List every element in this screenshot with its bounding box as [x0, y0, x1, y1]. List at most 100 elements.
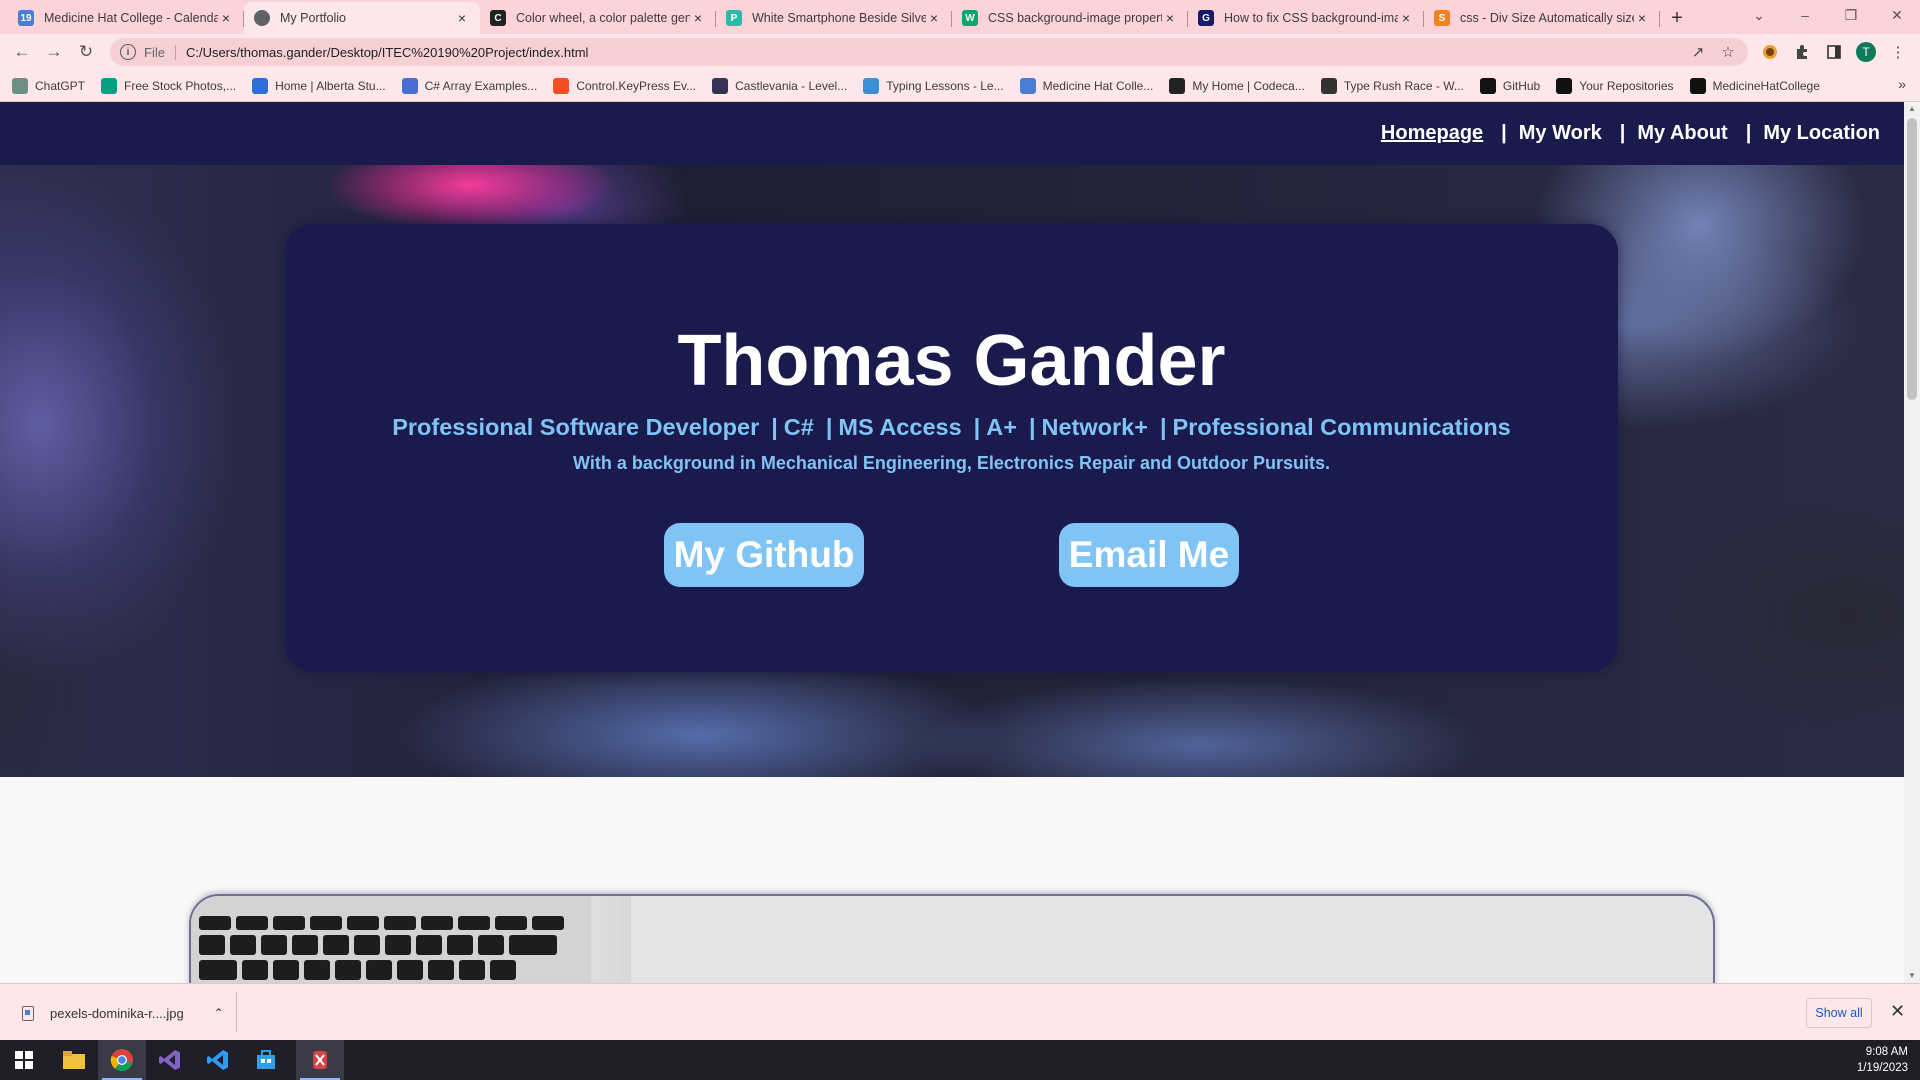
- scroll-thumb[interactable]: [1907, 118, 1917, 400]
- browser-tab[interactable]: W CSS background-image property ×: [952, 2, 1188, 34]
- bookmark-item[interactable]: Free Stock Photos,...: [101, 77, 236, 94]
- snipping-tool-icon[interactable]: [296, 1040, 344, 1080]
- bookmark-item[interactable]: ChatGPT: [12, 77, 86, 94]
- nav-separator: |: [1619, 122, 1626, 144]
- browser-tab[interactable]: My Portfolio ×: [244, 2, 480, 34]
- bookmark-label: GitHub: [1502, 78, 1541, 93]
- bookmark-list: ChatGPT Free Stock Photos,... Home | Alber…: [12, 77, 1836, 94]
- bookmark-item[interactable]: My Home | Codeca...: [1169, 77, 1305, 94]
- address-scheme-label: File: [144, 44, 176, 60]
- bookmark-item[interactable]: Castlevania - Level...: [712, 77, 847, 94]
- downloads-bar: pexels-dominika-r....jpg ⌃ Show all ✕: [0, 983, 1920, 1040]
- profile-initial: T: [1856, 42, 1876, 62]
- nav-link[interactable]: My Location: [1763, 122, 1880, 145]
- tab-close-icon[interactable]: ×: [926, 10, 942, 26]
- browser-tab[interactable]: 19 Medicine Hat College - Calendar ×: [8, 2, 244, 34]
- tab-close-icon[interactable]: ×: [1634, 10, 1650, 26]
- store-icon[interactable]: [242, 1040, 290, 1080]
- tab-search-icon[interactable]: ⌄: [1736, 0, 1782, 30]
- side-panel-icon[interactable]: [1824, 42, 1844, 62]
- bookmark-favicon-icon: [863, 77, 880, 94]
- tab-list: 19 Medicine Hat College - Calendar × My Por…: [0, 0, 1660, 34]
- bookmark-label: Your Repositories: [1579, 78, 1674, 93]
- site-info-icon[interactable]: i: [120, 44, 136, 60]
- tab-close-icon[interactable]: ×: [454, 10, 470, 26]
- tab-favicon-icon: G: [1198, 10, 1214, 26]
- bookmark-favicon-icon: [1689, 77, 1706, 94]
- downloads-close-icon[interactable]: ✕: [1890, 1001, 1905, 1022]
- skills-separator: |: [1159, 414, 1167, 440]
- bookmark-label: Control.KeyPress Ev...: [576, 78, 697, 93]
- window-close-icon[interactable]: ✕: [1874, 0, 1920, 30]
- bookmark-label: My Home | Codeca...: [1192, 78, 1305, 93]
- bookmark-favicon-icon: [1556, 77, 1573, 94]
- forward-icon[interactable]: →: [42, 40, 66, 64]
- bookmark-favicon-icon: [12, 77, 28, 94]
- download-item[interactable]: pexels-dominika-r....jpg ⌃: [14, 994, 234, 1032]
- browser-tab[interactable]: P White Smartphone Beside Silver ×: [716, 2, 952, 34]
- chevron-up-icon[interactable]: ⌃: [214, 1006, 224, 1020]
- nav-link[interactable]: My Work: [1519, 122, 1602, 145]
- file-explorer-icon[interactable]: [50, 1040, 98, 1080]
- nav-link[interactable]: Homepage: [1381, 122, 1483, 145]
- reload-icon[interactable]: ↻: [74, 40, 98, 64]
- extension-icon[interactable]: [1760, 42, 1780, 62]
- taskbar-clock[interactable]: 9:08 AM 1/19/2023: [1857, 1044, 1908, 1076]
- browser-tab[interactable]: Scss - Div Size Automatically size ×: [1424, 2, 1660, 34]
- windows-start-icon[interactable]: [0, 1040, 48, 1080]
- show-all-button[interactable]: Show all: [1806, 998, 1872, 1028]
- extensions-puzzle-icon[interactable]: [1792, 42, 1812, 62]
- page-scrollbar[interactable]: ▲ ▼: [1904, 102, 1920, 983]
- browser-menu-icon[interactable]: ⋮: [1888, 42, 1908, 62]
- email-button[interactable]: Email Me: [1059, 523, 1239, 587]
- bookmark-label: ChatGPT: [35, 78, 86, 93]
- tab-favicon-icon: [254, 10, 270, 26]
- nav-separator: |: [1745, 122, 1752, 144]
- minimize-icon[interactable]: –: [1782, 0, 1828, 30]
- bookmark-item[interactable]: Medicine Hat Colle...: [1019, 77, 1153, 94]
- tab-close-icon[interactable]: ×: [218, 10, 234, 26]
- visual-studio-icon[interactable]: [146, 1040, 194, 1080]
- chrome-icon[interactable]: [98, 1040, 146, 1080]
- nav-link[interactable]: My About: [1637, 122, 1727, 145]
- bookmark-item[interactable]: GitHub: [1479, 77, 1541, 94]
- skills-separator: |: [1028, 414, 1036, 440]
- scroll-up-icon[interactable]: ▲: [1904, 102, 1920, 116]
- scroll-down-icon[interactable]: ▼: [1904, 969, 1920, 983]
- new-tab-button[interactable]: +: [1660, 2, 1694, 34]
- bookmark-favicon-icon: [1019, 77, 1036, 94]
- profile-avatar[interactable]: T: [1856, 42, 1876, 62]
- address-url[interactable]: C:/Users/thomas.gander/Desktop/ITEC%2019…: [186, 45, 588, 60]
- tab-close-icon[interactable]: ×: [1162, 10, 1178, 26]
- keyboard-image: [191, 896, 591, 983]
- browser-tab[interactable]: C Color wheel, a color palette generator×: [480, 2, 716, 34]
- bookmark-label: MedicineHatCollege: [1712, 78, 1820, 93]
- tab-title: css - Div Size Automatically size: [1460, 11, 1634, 25]
- vs-code-icon[interactable]: [194, 1040, 242, 1080]
- bookmark-label: Typing Lessons - Le...: [886, 78, 1004, 93]
- tab-title: How to fix CSS background-image: [1224, 11, 1398, 25]
- github-button[interactable]: My Github: [664, 523, 864, 587]
- bookmark-item[interactable]: C# Array Examples...: [401, 77, 537, 94]
- browser-tab[interactable]: G How to fix CSS background-image ×: [1188, 2, 1424, 34]
- more-bookmarks-icon[interactable]: »: [1898, 76, 1906, 92]
- bookmark-item[interactable]: Home | Alberta Stu...: [252, 77, 386, 94]
- restore-icon[interactable]: ❐: [1828, 0, 1874, 30]
- tab-title: CSS background-image property: [988, 11, 1162, 25]
- back-icon[interactable]: ←: [10, 40, 34, 64]
- windows-taskbar: 9:08 AM 1/19/2023: [0, 1040, 1920, 1080]
- tab-separator: [1659, 11, 1660, 27]
- address-bar[interactable]: i File C:/Users/thomas.gander/Desktop/IT…: [110, 38, 1748, 66]
- share-icon[interactable]: ↗: [1688, 42, 1708, 62]
- bookmark-item[interactable]: MedicineHatCollege: [1689, 77, 1820, 94]
- download-filename: pexels-dominika-r....jpg: [50, 1005, 184, 1021]
- bookmark-item[interactable]: Your Repositories: [1556, 77, 1674, 94]
- bookmark-star-icon[interactable]: ☆: [1718, 42, 1738, 62]
- bookmark-item[interactable]: Type Rush Race - W...: [1320, 77, 1464, 94]
- tab-close-icon[interactable]: ×: [1398, 10, 1414, 26]
- tab-close-icon[interactable]: ×: [690, 10, 706, 26]
- bookmark-item[interactable]: Control.KeyPress Ev...: [553, 77, 697, 94]
- bookmark-item[interactable]: Typing Lessons - Le...: [863, 77, 1004, 94]
- work-preview-frame: [189, 894, 1715, 983]
- skill-label: A+: [986, 414, 1017, 440]
